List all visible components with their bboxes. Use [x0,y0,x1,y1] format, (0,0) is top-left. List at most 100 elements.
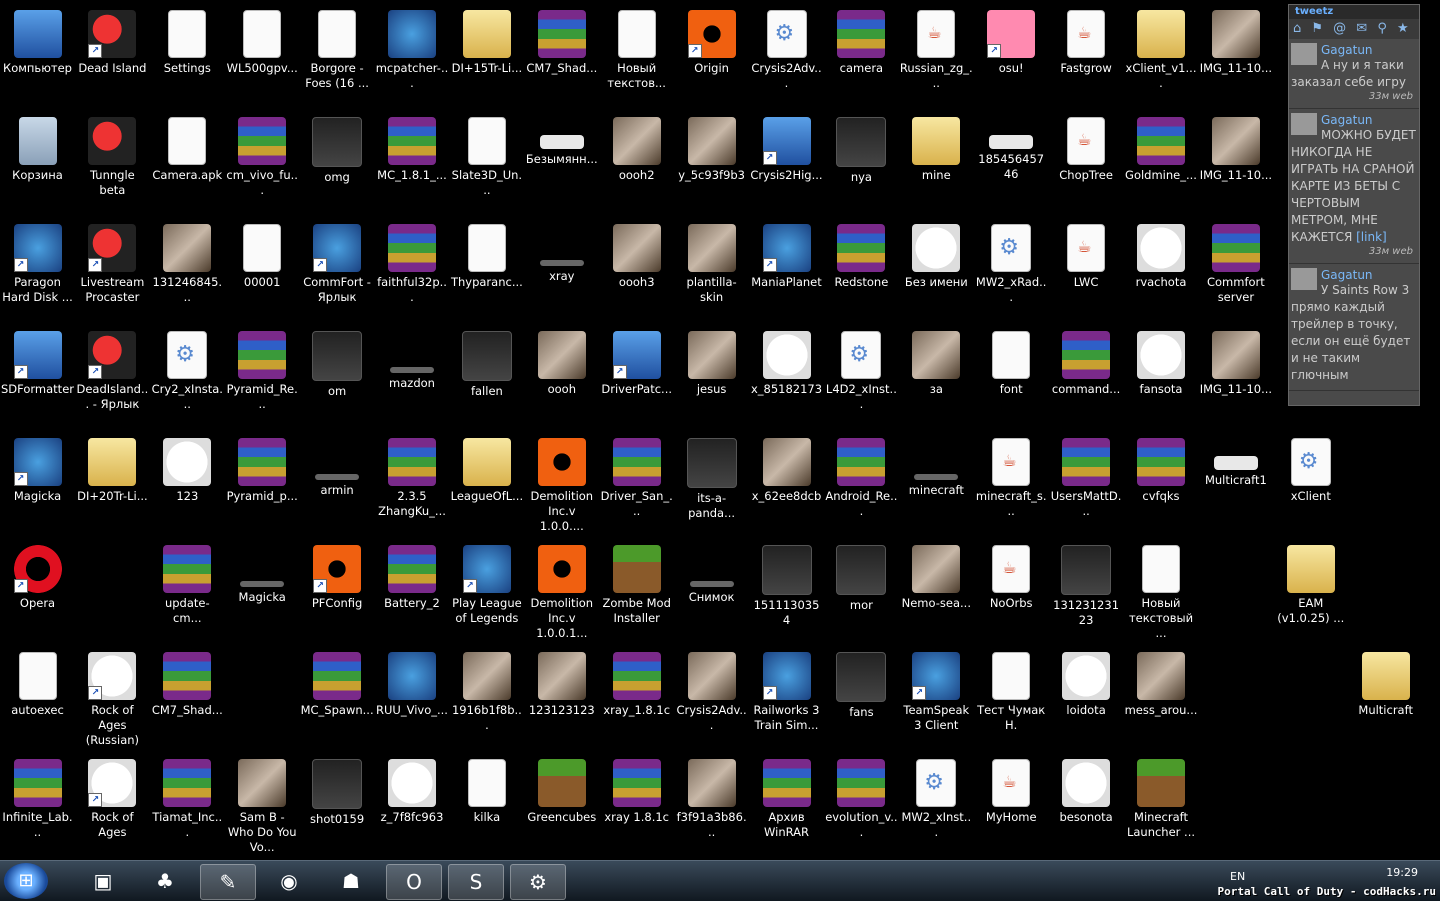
desktop-icon[interactable]: mine [899,113,974,220]
desktop-icon[interactable]: Redstone [824,220,899,327]
desktop-icon[interactable]: 1916b1f8b... [449,648,524,755]
desktop-icon[interactable]: mazdon [375,327,450,434]
desktop-icon[interactable]: Tunngle beta [75,113,150,220]
desktop-icon[interactable]: Borgore - Foes (16 ... [300,6,375,113]
desktop-icon[interactable]: Новый текстов... [599,6,674,113]
desktop-icon[interactable]: cm_vivo_fu... [225,113,300,220]
desktop-icon[interactable]: ↗ Rock of Ages (Russian) [75,648,150,755]
desktop-icon[interactable]: oooh3 [599,220,674,327]
desktop-icon[interactable]: ↗ TeamSpeak 3 Client [899,648,974,755]
desktop-icon[interactable]: kilka [449,755,524,862]
desktop-icon[interactable]: Тест Чумак Н. [974,648,1049,755]
desktop-icon[interactable]: Новый текстовый ... [1124,541,1199,648]
desktop-icon[interactable]: ↗ DeadIsland... - Ярлык [75,327,150,434]
desktop-icon[interactable]: xray_1.8.1c [599,648,674,755]
desktop-icon[interactable]: 1511130354 [749,541,824,648]
desktop-icon[interactable]: MC_Spawn... [300,648,375,755]
desktop-icon[interactable]: rvachota [1124,220,1199,327]
desktop-icon[interactable]: Fastgrow [1049,6,1124,113]
desktop-icon[interactable]: 13123123123 [1049,541,1124,648]
desktop-icon[interactable]: ↗ Paragon Hard Disk ... [0,220,75,327]
desktop-icon[interactable]: ChopTree [1049,113,1124,220]
desktop-icon[interactable]: UsersMattD... [1049,434,1124,541]
desktop-icon[interactable]: LWC [1049,220,1124,327]
taskbar-app-green[interactable]: ♣ [138,864,192,898]
desktop-icon[interactable]: faithful32p... [375,220,450,327]
language-indicator[interactable]: EN [1230,870,1245,883]
desktop-icon[interactable]: armin [300,434,375,541]
desktop-icon[interactable]: ↗ Railworks 3 Train Sim... [749,648,824,755]
taskbar-game[interactable]: ☗ [324,864,378,898]
desktop-icon[interactable]: besonota [1049,755,1124,862]
desktop-icon[interactable]: ↗ DriverPatc... [599,327,674,434]
start-button[interactable]: ⊞ [4,863,48,899]
desktop-icon[interactable]: oooh [524,327,599,434]
desktop-icon[interactable]: z_7f8fc963 [375,755,450,862]
avatar[interactable] [1291,268,1317,290]
desktop-icon[interactable]: plantilla-skin [674,220,749,327]
desktop-icon[interactable]: mcpatcher-... [375,6,450,113]
taskbar-commfort[interactable]: ✎ [200,864,256,900]
desktop-icon[interactable]: camera [824,6,899,113]
avatar[interactable] [1291,43,1317,65]
desktop-icon[interactable]: NoOrbs [974,541,1049,648]
desktop-icon[interactable]: MyHome [974,755,1049,862]
tweetz-toolbar[interactable]: ⌂ ⚑ @ ✉ ⚲ ★ [1289,19,1419,39]
desktop-icon[interactable]: xClient [1273,434,1348,541]
desktop-icon[interactable]: ↗ ManiaPlanet [749,220,824,327]
desktop-icon[interactable]: shot0159 [300,755,375,862]
desktop-icon[interactable]: RUU_Vivo_... [375,648,450,755]
desktop-icon[interactable]: Pyramid_Re... [225,327,300,434]
desktop-icon[interactable]: ↗ Rock of Ages [75,755,150,862]
desktop-icon[interactable]: ↗ Magicka [0,434,75,541]
desktop-icon[interactable]: 2.3.5 ZhangKu_... [375,434,450,541]
desktop-icon[interactable]: 123123123 [524,648,599,755]
desktop-icon[interactable]: 131246845... [150,220,225,327]
desktop-icon[interactable]: IMG_11-10... [1198,113,1273,220]
desktop-icon[interactable]: autoexec [0,648,75,755]
desktop-icon[interactable]: DI+15Tr-Li... [449,6,524,113]
desktop-icon[interactable]: ↗ Opera [0,541,75,648]
taskbar-skype[interactable]: S [448,864,504,900]
desktop-icon[interactable]: font [974,327,1049,434]
desktop-icon[interactable]: Pyramid_p... [225,434,300,541]
taskbar-minecraft[interactable]: ▣ [76,864,130,898]
desktop-icon[interactable]: f3f91a3b86... [674,755,749,862]
desktop-icon[interactable]: LeagueOfL... [449,434,524,541]
taskbar-globe[interactable]: ◉ [262,864,316,898]
desktop-icon[interactable]: 123 [150,434,225,541]
desktop-icon[interactable]: Goldmine_... [1124,113,1199,220]
desktop-icon[interactable]: EAM (v1.0.25) ... [1273,541,1348,648]
desktop-icon[interactable]: за [899,327,974,434]
desktop-icon[interactable]: Battery_2 [375,541,450,648]
desktop-icon[interactable]: ↗ Origin [674,6,749,113]
desktop-icon[interactable]: nya [824,113,899,220]
desktop-icon[interactable]: CM7_Shad... [150,648,225,755]
desktop-icon[interactable]: Camera.apk [150,113,225,220]
desktop-icon[interactable]: Russian_zg_... [899,6,974,113]
desktop-icon[interactable]: ↗ osu! [974,6,1049,113]
desktop-icon[interactable]: xClient_v1.... [1124,6,1199,113]
desktop-icon[interactable]: MW2_xInst... [899,755,974,862]
desktop-icon[interactable]: ↗ SDFormatter [0,327,75,434]
desktop-icon[interactable]: Greencubes [524,755,599,862]
desktop-icon[interactable]: Sam B - Who Do You Vo... [225,755,300,862]
desktop-icon[interactable]: jesus [674,327,749,434]
desktop[interactable]: Компьютер ↗ Dead Island Settings WL500gpv...… [0,0,1440,860]
desktop-icon[interactable]: Minecraft Launcher ... [1124,755,1199,862]
desktop-icon[interactable]: cvfqks [1124,434,1199,541]
desktop-icon[interactable]: minecraft [899,434,974,541]
desktop-icon[interactable]: Demolition Inc.v 1.0.0.1... [524,541,599,648]
avatar[interactable] [1291,113,1317,135]
desktop-icon[interactable]: ↗ Play League of Legends [449,541,524,648]
desktop-icon[interactable]: Slate3D_Un... [449,113,524,220]
desktop-icon[interactable]: x_62ee8dcb [749,434,824,541]
desktop-icon[interactable]: ↗ PFConfig [300,541,375,648]
desktop-icon[interactable]: command... [1049,327,1124,434]
desktop-icon[interactable]: fansota [1124,327,1199,434]
desktop-icon[interactable]: Multicraft [1348,648,1423,755]
desktop-icon[interactable]: MC_1.8.1_... [375,113,450,220]
desktop-icon[interactable]: Компьютер [0,6,75,113]
desktop-icon[interactable]: Nemo-sea... [899,541,974,648]
desktop-icon[interactable]: xray 1.8.1c [599,755,674,862]
